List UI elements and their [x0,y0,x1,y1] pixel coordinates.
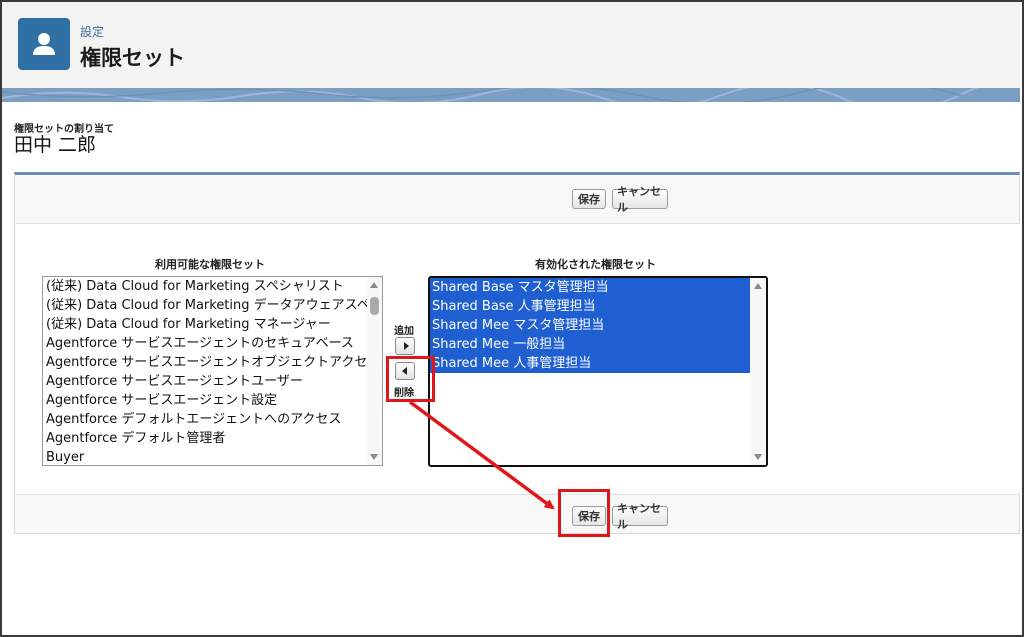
annotation-arrow-line [408,400,555,510]
save-button-bottom[interactable]: 保存 [572,506,606,526]
annotation-arrow [408,400,555,510]
cancel-button-bottom[interactable]: キャンセル [612,502,668,531]
